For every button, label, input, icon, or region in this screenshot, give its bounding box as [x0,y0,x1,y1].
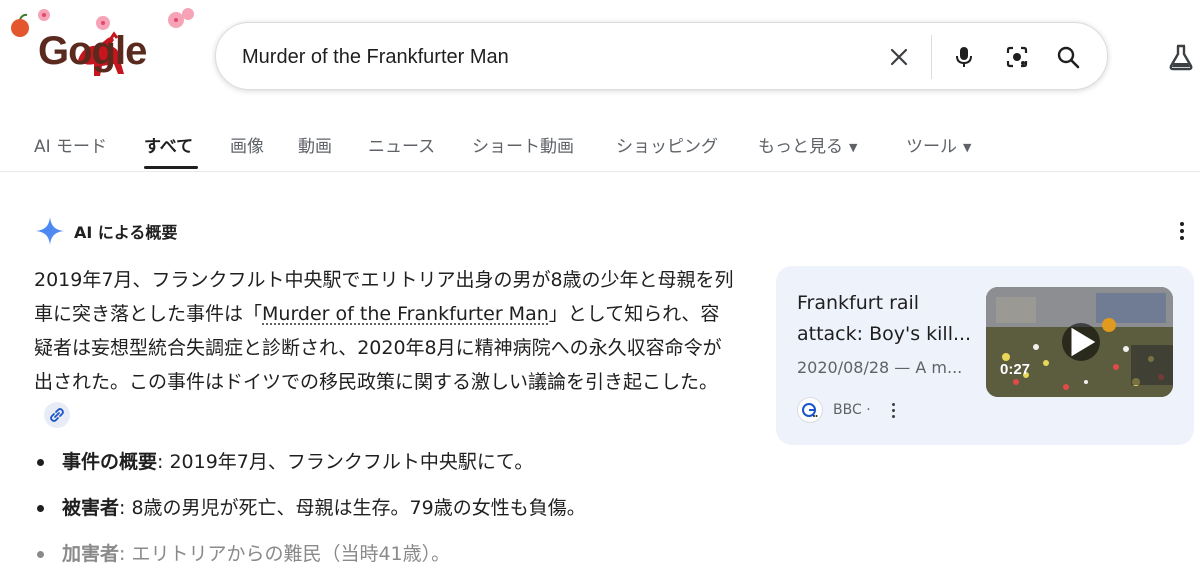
list-item: 被害者: 8歳の男児が死亡、母親は生存。79歳の女性も負傷。 [34,491,754,525]
tab-all[interactable]: すべて [144,132,193,157]
tabs-divider [0,171,1200,172]
search-icon[interactable] [1052,41,1084,73]
lens-icon[interactable] [1001,41,1033,73]
more-options-icon[interactable] [1172,218,1192,244]
link-icon[interactable] [44,402,70,428]
source-card[interactable]: Frankfurt rail attack: Boy's kill... 202… [776,266,1194,445]
bullet-label: 加害者 [62,543,119,565]
list-item: 加害者: エリトリアからの難民（当時41歳）。 [34,537,754,571]
bullet-text: : 2019年7月、フランクフルト中央駅にて。 [157,451,533,473]
tab-news[interactable]: ニュース [368,132,435,157]
close-icon[interactable] [883,41,915,73]
source-name: BBC · [833,402,871,418]
ai-overview-summary: 2019年7月、フランクフルト中央駅でエリトリア出身の男が8歳の少年と母親を列車… [34,263,734,433]
search-box[interactable] [215,22,1108,90]
search-input[interactable] [242,43,862,71]
ai-overview-title: AI による概要 [74,219,177,243]
bullet-text: : エリトリアからの難民（当時41歳）。 [119,543,450,565]
doodle-logo[interactable]: Gogle [6,2,196,88]
tab-short-videos[interactable]: ショート動画 [472,132,574,157]
summary-linked-phrase[interactable]: Murder of the Frankfurter Man [262,303,549,325]
ai-overview-header: AI による概要 [34,214,177,248]
source-favicon-icon [797,397,823,423]
chevron-down-icon: ▼ [963,141,971,154]
ai-overview-bullets: 事件の概要: 2019年7月、フランクフルト中央駅にて。 被害者: 8歳の男児が… [34,445,754,576]
active-tab-indicator [144,166,198,169]
tab-videos[interactable]: 動画 [298,132,332,157]
tab-images[interactable]: 画像 [230,132,264,157]
bullet-text: : 8歳の男児が死亡、母親は生存。79歳の女性も負傷。 [119,497,586,519]
flask-icon[interactable] [1166,42,1196,72]
list-item: 事件の概要: 2019年7月、フランクフルト中央駅にて。 [34,445,754,479]
source-card-title[interactable]: Frankfurt rail attack: Boy's kill... [797,288,977,350]
video-duration: 0:27 [1000,361,1030,378]
tab-tools-label: ツール [906,137,957,157]
video-thumbnail[interactable]: 0:27 [986,287,1173,397]
bullet-label: 被害者 [62,497,119,519]
tab-tools[interactable]: ツール ▼ [906,132,971,157]
tab-ai-mode[interactable]: AI モード [34,132,107,157]
play-icon[interactable] [1062,323,1100,361]
source-attribution: BBC · [797,396,899,424]
bullet-label: 事件の概要 [62,451,157,473]
search-divider [931,35,932,79]
logo-wordmark: Gogle [38,29,146,74]
source-card-title-line: Frankfurt rail [797,288,977,319]
source-card-meta: 2020/08/28 — A m... [797,358,977,377]
source-card-title-line: attack: Boy's kill... [797,319,977,350]
microphone-icon[interactable] [948,41,980,73]
tab-more[interactable]: もっと見る ▼ [758,132,857,157]
source-more-options-icon[interactable] [889,400,899,420]
tab-shopping[interactable]: ショッピング [616,132,718,157]
tab-more-label: もっと見る [758,137,843,157]
search-results-page: Gogle AI モード すべて 画像 動画 ニュース ショート動画 ショッピン… [0,0,1200,576]
sparkle-icon [34,215,66,247]
chevron-down-icon: ▼ [849,141,857,154]
